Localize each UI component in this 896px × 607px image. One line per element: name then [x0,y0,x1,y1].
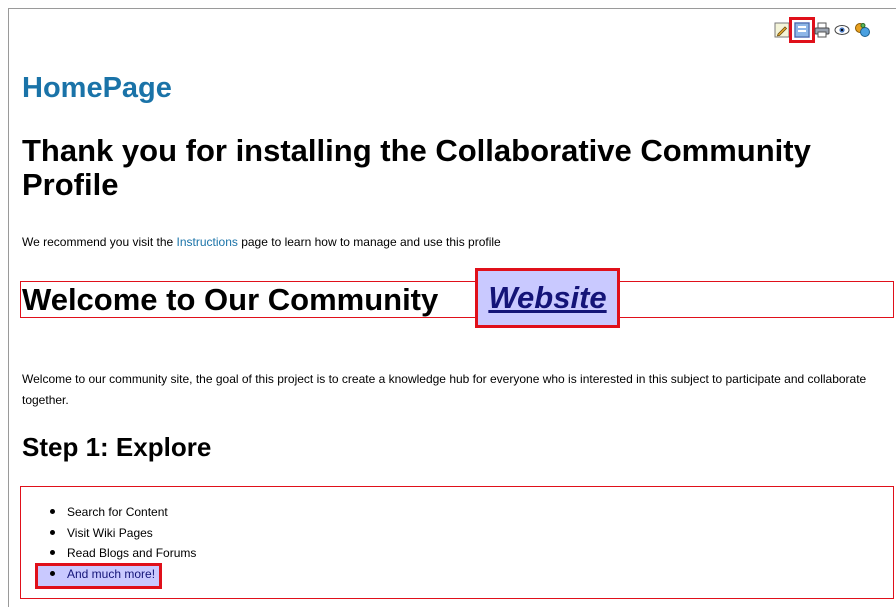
edit-icon[interactable] [774,22,790,38]
translate-icon[interactable] [854,22,870,38]
list-item-search: Search for Content [38,504,196,525]
list-item-wiki: Visit Wiki Pages [38,525,196,546]
preview-icon[interactable] [834,22,850,38]
instructions-link[interactable]: Instructions [177,235,238,249]
website-link-highlight [475,268,620,328]
step-heading: Step 1: Explore [22,432,212,462]
print-icon[interactable] [814,22,830,38]
page-title: HomePage [22,72,172,104]
page-toolbar [774,17,870,43]
intro-text: We recommend you visit the Instructions … [22,234,501,250]
intro-text-after: page to learn how to manage and use this… [237,235,501,249]
page-properties-icon[interactable] [789,17,815,43]
hero-heading: Thank you for installing the Collaborati… [22,133,811,202]
intro-text-before: We recommend you visit the [22,235,177,249]
list-item-more[interactable]: And much more! [34,562,163,589]
welcome-paragraph: Welcome to our community site, the goal … [22,372,867,407]
welcome-heading: Welcome to Our Community [22,282,439,317]
list-item-blogs: Read Blogs and Forums [38,545,196,566]
explore-list: Search for Content Visit Wiki Pages Read… [34,504,196,589]
